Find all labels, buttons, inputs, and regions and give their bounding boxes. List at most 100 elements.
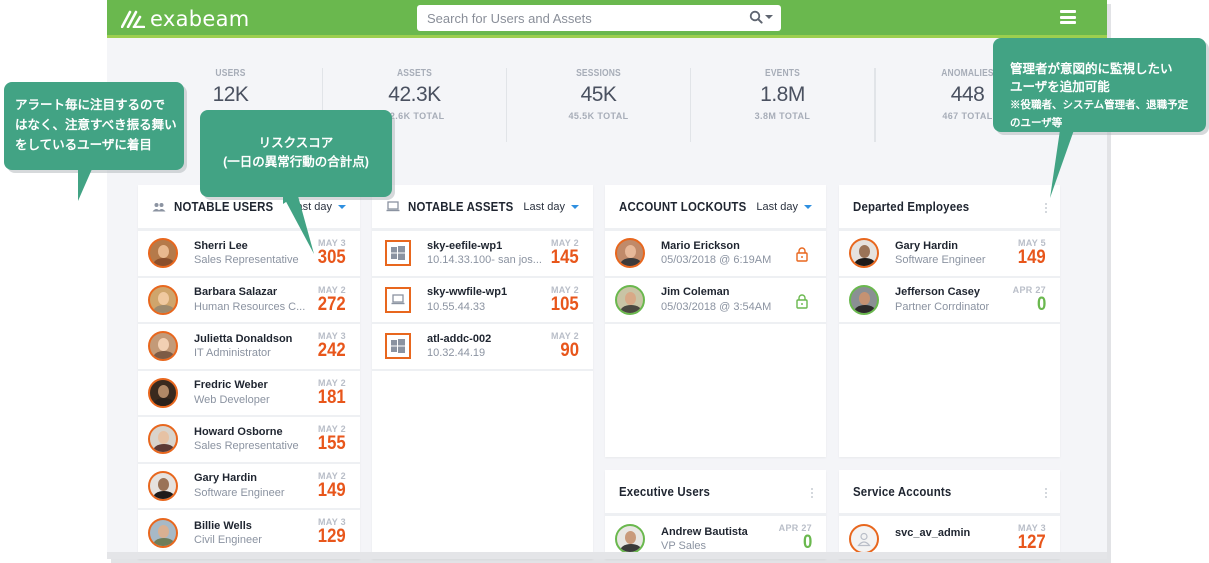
notable-users-card: NOTABLE USERS Last day Sherri Lee Sales R… bbox=[138, 185, 360, 559]
user-name: Mario Erickson bbox=[661, 239, 740, 252]
avatar bbox=[148, 377, 178, 408]
user-row[interactable]: Sherri Lee Sales Representative MAY 3 305 bbox=[138, 231, 360, 278]
avatar bbox=[849, 238, 879, 269]
risk-score: 181 bbox=[318, 386, 346, 408]
user-row[interactable]: Julietta Donaldson IT Administrator MAY 3… bbox=[138, 324, 360, 371]
users-icon bbox=[152, 202, 166, 212]
user-role: Software Engineer bbox=[895, 254, 986, 267]
risk-score: 129 bbox=[318, 526, 346, 547]
callout-watchlist: 管理者が意図的に監視したい ユーザを追加可能 ※役職者、システム管理者、退職予定… bbox=[993, 38, 1206, 132]
default-user-avatar-icon bbox=[849, 524, 879, 554]
stat-label: ASSETS bbox=[396, 68, 433, 79]
asset-row[interactable]: atl-addc-002 10.32.44.19 MAY 2 90 bbox=[372, 324, 593, 371]
more-options-icon[interactable] bbox=[1045, 203, 1048, 213]
user-row[interactable]: Fredric Weber Web Developer MAY 2 181 bbox=[138, 371, 360, 417]
top-nav-bar: exabeam bbox=[107, 0, 1107, 38]
stat-value: 1.8M bbox=[760, 83, 805, 106]
lockout-time: 05/03/2018 @ 6:19AM bbox=[661, 254, 772, 267]
brand-name: exabeam bbox=[150, 7, 250, 31]
stat-total: 45.5K TOTAL bbox=[568, 111, 629, 121]
avatar bbox=[849, 284, 879, 315]
callout-note: ※役職者、システム管理者、退職予定 bbox=[1010, 99, 1189, 111]
asset-name: atl-addc-002 bbox=[427, 332, 492, 345]
stat-value: 42.3K bbox=[388, 83, 441, 106]
search-icon[interactable] bbox=[749, 10, 763, 24]
notable-assets-card: NOTABLE ASSETS Last day sky-eefile-wp1 10… bbox=[372, 185, 593, 559]
asset-address: 10.32.44.19 bbox=[427, 347, 486, 360]
account-name: svc_av_admin bbox=[895, 527, 971, 539]
lock-icon bbox=[796, 247, 808, 262]
risk-score: 242 bbox=[318, 340, 346, 361]
risk-score: 272 bbox=[318, 293, 346, 315]
brand-logo[interactable]: exabeam bbox=[121, 7, 250, 31]
risk-score: 155 bbox=[318, 433, 346, 454]
more-options-icon[interactable] bbox=[811, 488, 814, 498]
service-accounts-card: Service Accounts svc_av_admin MAY 3 127 bbox=[839, 470, 1060, 559]
callout-risk-pointer bbox=[283, 196, 314, 254]
time-range-dropdown[interactable]: Last day bbox=[523, 201, 579, 213]
user-row[interactable]: Gary Hardin Software Engineer MAY 2 149 bbox=[138, 464, 360, 510]
callout-line: をしているユーザに着目 bbox=[15, 138, 152, 152]
user-name: Gary Hardin bbox=[895, 239, 958, 252]
user-name: Julietta Donaldson bbox=[194, 332, 293, 345]
search-scope-dropdown-icon[interactable] bbox=[765, 15, 773, 19]
time-range-label: Last day bbox=[523, 201, 565, 213]
asset-row[interactable]: sky-wwfile-wp1 10.55.44.33 MAY 2 105 bbox=[372, 278, 593, 324]
callout-line: アラート毎に注目するので bbox=[15, 98, 166, 112]
lockout-row[interactable]: Jim Coleman 05/03/2018 @ 3:54AM bbox=[605, 278, 826, 324]
chevron-down-icon bbox=[338, 205, 346, 209]
avatar bbox=[615, 284, 645, 315]
user-name: Andrew Bautista bbox=[661, 525, 748, 538]
callout-note: のユーザ等 bbox=[1010, 117, 1063, 129]
user-role: Civil Engineer bbox=[194, 534, 262, 547]
risk-score: 90 bbox=[560, 340, 579, 361]
callout-focus-users: アラート毎に注目するので はなく、注意すべき振る舞い をしているユーザに着目 bbox=[4, 82, 184, 201]
user-row[interactable]: Barbara Salazar Human Resources C... MAY … bbox=[138, 278, 360, 324]
user-row[interactable]: Jefferson Casey Partner Corrdinator APR 2… bbox=[839, 278, 1060, 324]
stat-sessions[interactable]: SESSIONS 45K 45.5K TOTAL bbox=[507, 68, 691, 142]
user-name: Gary Hardin bbox=[194, 472, 257, 485]
card-title: ACCOUNT LOCKOUTS bbox=[619, 199, 747, 214]
asset-address: 10.55.44.33 bbox=[427, 300, 486, 313]
stat-events[interactable]: EVENTS 1.8M 3.8M TOTAL bbox=[691, 68, 875, 142]
callout-line: ユーザを追加可能 bbox=[1010, 80, 1110, 94]
risk-score: 149 bbox=[318, 479, 346, 501]
callout-risk-score: リスクスコア (一日の異常行動の合計点) bbox=[200, 110, 392, 204]
app-window: exabeam USERS 12K ASSETS 42.3K 42.6K bbox=[107, 0, 1107, 559]
executive-users-card: Executive Users Andrew Bautista VP Sales … bbox=[605, 470, 826, 559]
hamburger-menu-icon[interactable] bbox=[1060, 10, 1076, 24]
risk-score: 0 bbox=[802, 532, 812, 553]
user-role: Partner Corrdinator bbox=[895, 300, 990, 313]
stat-total: 3.8M TOTAL bbox=[754, 111, 811, 121]
search-input[interactable] bbox=[427, 10, 737, 26]
stat-label: EVENTS bbox=[764, 68, 801, 79]
chevron-down-icon bbox=[571, 205, 579, 209]
risk-score: 0 bbox=[1036, 293, 1046, 315]
lockout-row[interactable]: Mario Erickson 05/03/2018 @ 6:19AM bbox=[605, 231, 826, 278]
more-options-icon[interactable] bbox=[1045, 488, 1048, 498]
avatar bbox=[148, 331, 178, 362]
risk-score: 149 bbox=[1018, 247, 1046, 268]
laptop-icon bbox=[386, 201, 400, 212]
user-name: Barbara Salazar bbox=[194, 286, 278, 299]
avatar bbox=[148, 470, 178, 501]
exabeam-logo-icon bbox=[121, 10, 145, 28]
callout-line: はなく、注意すべき振る舞い bbox=[15, 118, 177, 132]
user-name: Jim Coleman bbox=[661, 286, 730, 299]
risk-score: 127 bbox=[1018, 532, 1046, 553]
user-row[interactable]: Gary Hardin Software Engineer MAY 5 149 bbox=[839, 231, 1060, 278]
laptop-icon bbox=[385, 286, 411, 313]
user-row[interactable]: Howard Osborne Sales Representative MAY 2… bbox=[138, 417, 360, 464]
user-name: Howard Osborne bbox=[194, 425, 283, 438]
asset-name: sky-wwfile-wp1 bbox=[427, 286, 508, 299]
user-row[interactable]: Billie Wells Civil Engineer MAY 3 129 bbox=[138, 510, 360, 557]
asset-row[interactable]: sky-eefile-wp1 10.14.33.100- san jos... M… bbox=[372, 231, 593, 278]
avatar bbox=[615, 238, 645, 269]
time-range-dropdown[interactable]: Last day bbox=[756, 201, 812, 213]
user-role: Software Engineer bbox=[194, 486, 285, 499]
windows-icon bbox=[385, 240, 411, 267]
user-role: Human Resources C... bbox=[194, 300, 306, 313]
user-name: Billie Wells bbox=[194, 519, 252, 532]
lockout-time: 05/03/2018 @ 3:54AM bbox=[661, 300, 772, 313]
callout-line: リスクスコア bbox=[258, 136, 334, 150]
